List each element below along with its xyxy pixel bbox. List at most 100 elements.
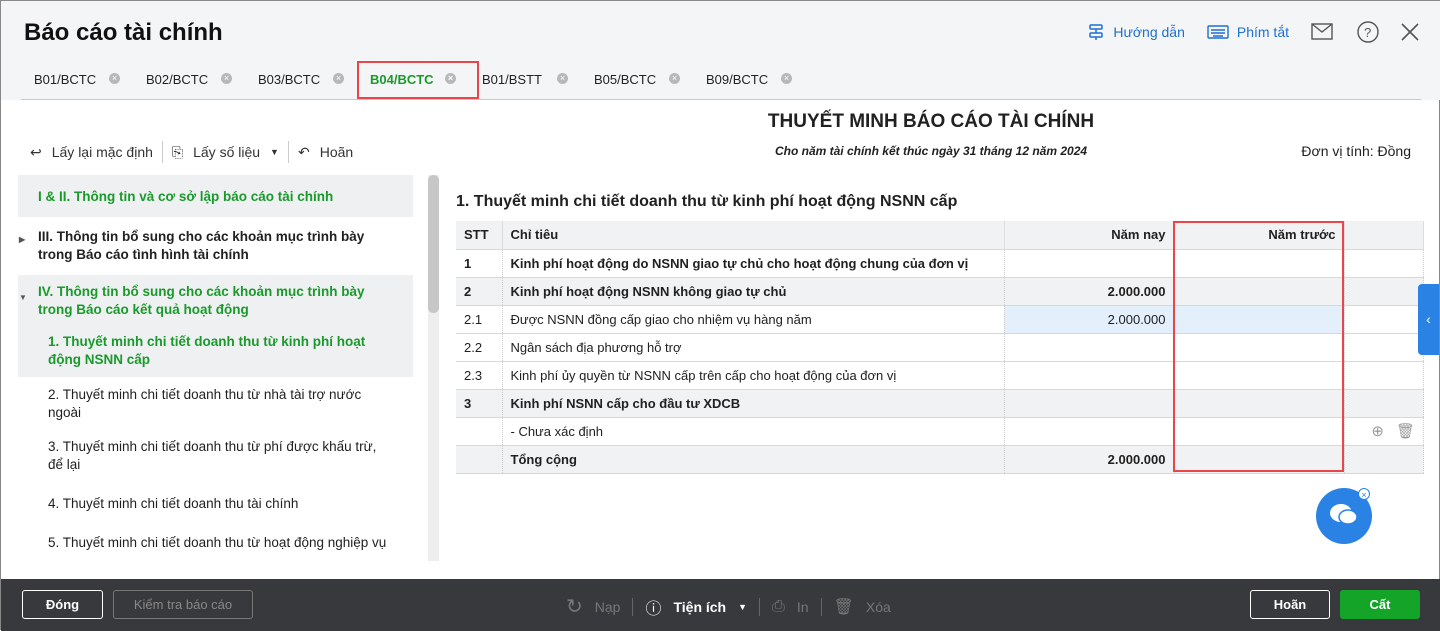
highlight-box [1173, 221, 1344, 472]
indicator-cell: Kinh phí NSNN cấp cho đầu tư XDCB [502, 388, 1005, 417]
utilities-button[interactable]: Tiện ích [673, 599, 726, 615]
tab-b01-bstt[interactable]: B01/BSTT × [469, 67, 581, 91]
cancel-button[interactable]: Hoãn [1250, 590, 1330, 619]
col-indicator: Chỉ tiêu [502, 221, 1005, 249]
sidebar-scrollbar[interactable] [428, 175, 439, 561]
help-icon[interactable]: ? [1357, 21, 1379, 43]
close-button[interactable]: Đóng [22, 590, 103, 619]
this-year-cell[interactable] [1004, 388, 1175, 417]
shortcuts-label: Phím tắt [1236, 24, 1289, 40]
tab-label: B01/BSTT [482, 71, 542, 87]
this-year-cell[interactable] [1004, 360, 1175, 389]
actions-cell [1344, 248, 1424, 277]
shortcuts-link[interactable]: Phím tắt [1207, 24, 1289, 40]
actions-cell [1344, 304, 1424, 333]
stt-cell: 2.2 [456, 332, 503, 361]
tab-close-icon[interactable]: × [557, 73, 568, 84]
sidebar-item-section-4[interactable]: ▼ IV. Thông tin bổ sung cho các khoản mục… [18, 275, 413, 325]
add-row-icon[interactable]: ⊕ [1371, 422, 1384, 440]
report-subtitle: Cho năm tài chính kết thúc ngày 31 tháng… [774, 144, 1088, 158]
footer-bar: Đóng Kiểm tra báo cáo ↻ Nạp ⓘ Tiện ích ▼ ⎙ I… [1, 579, 1440, 631]
tab-b03-bctc[interactable]: B03/BCTC × [245, 67, 357, 91]
reply-icon: ↩ [30, 143, 42, 160]
mail-icon[interactable] [1311, 22, 1335, 42]
currency-unit: Đơn vị tính: Đồng [1301, 143, 1411, 159]
this-year-cell[interactable]: 2.000.000 [1004, 444, 1175, 474]
sidebar-item-note-3[interactable]: 3. Thuyết minh chi tiết doanh thu từ phí… [18, 429, 413, 481]
indicator-cell: Tổng cộng [502, 444, 1005, 474]
sidebar-item-note-2[interactable]: 2. Thuyết minh chi tiết doanh thu từ nhà… [18, 377, 413, 429]
actions-cell: ⊕ 🗑 [1344, 416, 1424, 445]
check-report-button[interactable]: Kiểm tra báo cáo [113, 590, 253, 619]
tab-close-icon[interactable]: × [669, 73, 680, 84]
stt-cell: 2 [456, 276, 503, 305]
scrollbar-thumb[interactable] [428, 175, 439, 313]
sidebar-item-label: 5. Thuyết minh chi tiết doanh thu từ hoạ… [48, 535, 387, 550]
tab-b02-bctc[interactable]: B02/BCTC × [133, 67, 245, 91]
get-data-button[interactable]: ⎘ Lấy số liệu ▼ [163, 144, 288, 161]
stt-cell: 2.3 [456, 360, 503, 389]
caret-down-icon[interactable]: ▼ [19, 289, 27, 307]
delete-button[interactable]: Xóa [866, 599, 891, 615]
sidebar-item-note-5[interactable]: 5. Thuyết minh chi tiết doanh thu từ hoạ… [18, 527, 413, 558]
this-year-cell[interactable] [1004, 248, 1175, 277]
tab-close-icon[interactable]: × [221, 73, 232, 84]
chevron-down-icon: ▼ [270, 147, 279, 157]
indicator-cell: - Chưa xác định [502, 416, 1005, 445]
load-button[interactable]: Nạp [595, 599, 621, 615]
col-actions [1344, 221, 1424, 249]
this-year-cell[interactable] [1004, 416, 1175, 445]
indicator-cell: Kinh phí hoạt động NSNN không giao tự ch… [502, 276, 1005, 305]
indicator-cell: Được NSNN đồng cấp giao cho nhiệm vụ hàn… [502, 304, 1005, 333]
this-year-cell[interactable] [1004, 332, 1175, 361]
report-tabs: B01/BCTC × B02/BCTC × B03/BCTC × B04/BCTC × … [21, 61, 805, 99]
close-icon[interactable] [1401, 23, 1419, 41]
caret-right-icon[interactable]: ▶ [19, 231, 25, 249]
sidebar-item-note-4[interactable]: 4. Thuyết minh chi tiết doanh thu tài ch… [18, 481, 413, 527]
keyboard-icon [1207, 25, 1229, 39]
tab-close-icon[interactable]: × [445, 73, 456, 84]
chat-button[interactable]: × [1316, 488, 1372, 544]
divider [632, 597, 634, 616]
stt-cell [456, 416, 503, 445]
sidebar-item-section-1-2[interactable]: I & II. Thông tin và cơ sở lập báo cáo t… [18, 175, 413, 217]
stt-cell [456, 444, 503, 474]
chat-close-icon[interactable]: × [1358, 488, 1370, 500]
tab-close-icon[interactable]: × [333, 73, 344, 84]
actions-cell [1344, 444, 1424, 474]
sidebar-item-label: 2. Thuyết minh chi tiết doanh thu từ nhà… [48, 387, 362, 420]
svg-text:?: ? [1364, 25, 1371, 40]
chevron-left-icon: ‹ [1426, 311, 1431, 327]
sidebar-item-label: 1. Thuyết minh chi tiết doanh thu từ kin… [48, 334, 366, 367]
stt-cell: 1 [456, 248, 503, 277]
save-button[interactable]: Cất [1340, 590, 1420, 619]
sidebar-item-label: I & II. Thông tin và cơ sở lập báo cáo t… [38, 189, 334, 204]
get-data-label: Lấy số liệu [193, 144, 261, 160]
sidebar-item-section-3[interactable]: ▶ III. Thông tin bổ sung cho các khoản mụ… [18, 217, 413, 275]
tab-close-icon[interactable]: × [109, 73, 120, 84]
delete-row-icon[interactable]: 🗑 [1396, 422, 1415, 440]
chat-icon [1329, 502, 1359, 531]
sidebar-item-note-1[interactable]: 1. Thuyết minh chi tiết doanh thu từ kin… [18, 325, 413, 377]
stt-cell: 2.1 [456, 304, 503, 333]
reset-default-button[interactable]: ↩ Lấy lại mặc định [21, 144, 162, 161]
this-year-cell[interactable]: 2.000.000 [1004, 304, 1175, 333]
tab-b09-bctc[interactable]: B09/BCTC × [693, 67, 805, 91]
tab-b01-bctc[interactable]: B01/BCTC × [21, 67, 133, 91]
guide-link[interactable]: Hướng dẫn [1087, 23, 1185, 41]
undo-icon: ↶ [297, 143, 310, 160]
divider [759, 597, 761, 616]
stt-cell: 3 [456, 388, 503, 417]
guide-label: Hướng dẫn [1113, 24, 1185, 40]
reset-label: Lấy lại mặc định [51, 144, 153, 160]
tab-close-icon[interactable]: × [781, 73, 792, 84]
import-icon: ⎘ [171, 143, 184, 160]
side-panel-toggle[interactable]: ‹ [1418, 284, 1439, 355]
tab-b05-bctc[interactable]: B05/BCTC × [581, 67, 693, 91]
actions-cell [1344, 332, 1424, 361]
print-button[interactable]: In [797, 599, 809, 615]
tab-b04-bctc[interactable]: B04/BCTC × [357, 61, 479, 99]
undo-button[interactable]: ↶ Hoãn [289, 144, 362, 161]
undo-label: Hoãn [319, 144, 354, 160]
this-year-cell[interactable]: 2.000.000 [1004, 276, 1175, 305]
